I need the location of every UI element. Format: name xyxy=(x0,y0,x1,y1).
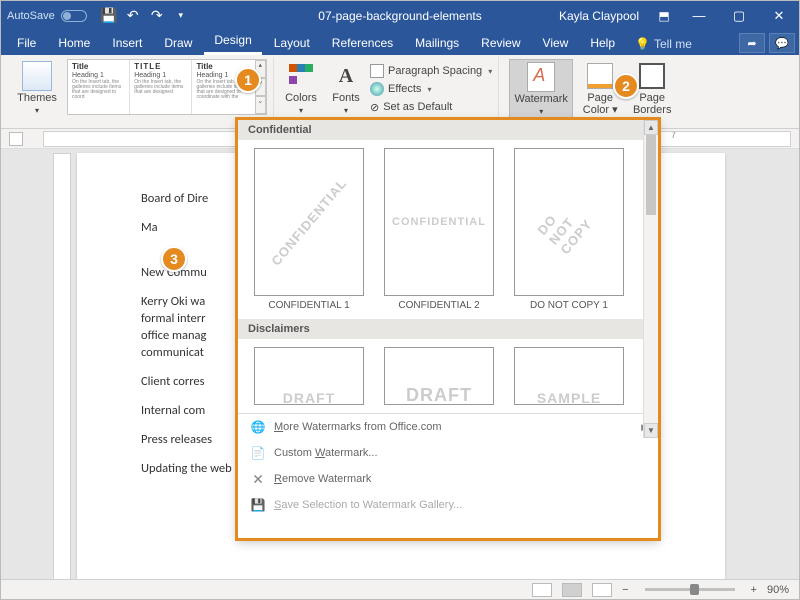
callout-2: 2 xyxy=(613,73,639,99)
check-icon: ⊘ xyxy=(370,101,379,114)
themes-label: Themes xyxy=(17,92,57,104)
tab-layout[interactable]: Layout xyxy=(264,32,320,55)
themes-button[interactable]: Themes▾ xyxy=(11,59,63,116)
web-layout-view[interactable] xyxy=(592,583,612,597)
globe-icon: 🌐 xyxy=(250,419,266,435)
tab-file[interactable]: File xyxy=(7,32,46,55)
ribbon-tabs: File Home Insert Draw Design Layout Refe… xyxy=(1,30,799,55)
redo-icon[interactable]: ↷ xyxy=(147,6,167,26)
watermark-option-draft[interactable]: DRAFT xyxy=(250,347,368,405)
watermark-option-draft2[interactable]: DRAFT xyxy=(380,347,498,405)
autosave-switch-icon[interactable] xyxy=(61,10,87,22)
watermark-option-confidential-2[interactable]: CONFIDENTIAL CONFIDENTIAL 2 xyxy=(380,148,498,311)
callout-1: 1 xyxy=(235,67,261,93)
qat-customize-icon[interactable]: ▾ xyxy=(171,6,191,26)
effects-icon xyxy=(370,82,384,96)
style-tile[interactable]: Title Heading 1 On the Insert tab, the g… xyxy=(68,60,130,114)
zoom-in-icon[interactable]: + xyxy=(751,584,757,596)
title-bar: AutoSave 💾 ↶ ↷ ▾ 07-page-background-elem… xyxy=(1,1,799,30)
tab-mailings[interactable]: Mailings xyxy=(405,32,469,55)
close-button[interactable]: ✕ xyxy=(759,1,799,30)
tell-me[interactable]: 💡 Tell me xyxy=(627,33,700,55)
set-as-default-button[interactable]: ⊘ Set as Default xyxy=(370,99,492,115)
save-gallery-icon: 💾 xyxy=(250,497,266,513)
read-mode-view[interactable] xyxy=(532,583,552,597)
fonts-label: Fonts xyxy=(332,92,360,104)
page-icon: 📄 xyxy=(250,445,266,461)
status-bar: − + 90% xyxy=(1,579,799,599)
watermark-icon xyxy=(527,62,555,92)
ruler-number: 7 xyxy=(671,131,676,140)
watermark-option-donotcopy-1[interactable]: DO NOT COPY DO NOT COPY 1 xyxy=(510,148,628,311)
zoom-slider[interactable] xyxy=(645,588,735,591)
scroll-up-icon[interactable]: ▲ xyxy=(644,120,658,135)
share-button[interactable]: ➦ xyxy=(739,33,765,53)
watermark-label: Watermark xyxy=(515,93,568,105)
page-color-label: PageColor ▾ xyxy=(583,92,618,116)
page-borders-label: PageBorders xyxy=(633,92,672,116)
autosave-label: AutoSave xyxy=(7,10,55,22)
tab-draw[interactable]: Draw xyxy=(154,32,202,55)
watermark-category: Confidential xyxy=(238,120,658,140)
dropdown-scrollbar[interactable]: ▲ ▼ xyxy=(643,120,658,438)
watermark-option-sample[interactable]: SAMPLE xyxy=(510,347,628,405)
watermark-category: Disclaimers xyxy=(238,319,658,339)
themes-icon xyxy=(22,61,52,91)
fonts-icon: A xyxy=(339,65,353,88)
tell-me-label: Tell me xyxy=(654,37,692,51)
colors-button[interactable]: Colors▾ xyxy=(280,59,322,116)
set-default-label: Set as Default xyxy=(383,101,452,113)
tab-selector[interactable] xyxy=(9,132,23,146)
tab-review[interactable]: Review xyxy=(471,32,530,55)
effects-label: Effects xyxy=(388,83,421,95)
colors-label: Colors xyxy=(285,92,317,104)
zoom-value[interactable]: 90% xyxy=(767,584,789,596)
scroll-down-icon[interactable]: ▼ xyxy=(644,423,658,438)
autosave-toggle[interactable]: AutoSave xyxy=(1,10,93,22)
more-watermarks-item[interactable]: 🌐 More Watermarks from Office.com ▶ xyxy=(238,414,658,440)
save-icon[interactable]: 💾 xyxy=(99,6,119,26)
ribbon: Themes▾ Title Heading 1 On the Insert ta… xyxy=(1,55,799,129)
undo-icon[interactable]: ↶ xyxy=(123,6,143,26)
colors-icon xyxy=(289,64,313,88)
vertical-ruler[interactable] xyxy=(53,153,71,579)
page-borders-icon xyxy=(639,63,665,89)
print-layout-view[interactable] xyxy=(562,583,582,597)
minimize-button[interactable]: — xyxy=(679,1,719,30)
tab-references[interactable]: References xyxy=(322,32,403,55)
ribbon-options-icon[interactable]: ⬒ xyxy=(649,1,679,30)
watermark-option-confidential-1[interactable]: CONFIDENTIAL CONFIDENTIAL 1 xyxy=(250,148,368,311)
save-selection-item: 💾 Save Selection to Watermark Gallery... xyxy=(238,492,658,518)
document-title: 07-page-background-elements xyxy=(318,9,481,23)
remove-icon: 🗙 xyxy=(250,471,266,487)
paragraph-spacing-icon xyxy=(370,64,384,78)
style-tile[interactable]: TITLE Heading 1 On the Insert tab, the g… xyxy=(130,60,192,114)
lightbulb-icon: 💡 xyxy=(635,37,650,51)
tab-insert[interactable]: Insert xyxy=(102,32,152,55)
effects-button[interactable]: Effects▾ xyxy=(370,81,492,97)
page-color-icon xyxy=(587,63,613,89)
paragraph-spacing-label: Paragraph Spacing xyxy=(388,65,482,77)
callout-3: 3 xyxy=(161,246,187,272)
watermark-button[interactable]: Watermark▾ xyxy=(509,59,573,118)
maximize-button[interactable]: ▢ xyxy=(719,1,759,30)
watermark-dropdown: Confidential CONFIDENTIAL CONFIDENTIAL 1… xyxy=(237,119,659,539)
comments-button[interactable]: 💬 xyxy=(769,33,795,53)
tab-help[interactable]: Help xyxy=(580,32,625,55)
tab-view[interactable]: View xyxy=(533,32,579,55)
paragraph-spacing-button[interactable]: Paragraph Spacing▾ xyxy=(370,63,492,79)
zoom-out-icon[interactable]: − xyxy=(622,584,628,596)
scroll-thumb[interactable] xyxy=(646,135,656,215)
remove-watermark-item[interactable]: 🗙 Remove Watermark xyxy=(238,466,658,492)
tab-home[interactable]: Home xyxy=(48,32,100,55)
fonts-button[interactable]: A Fonts▾ xyxy=(326,59,366,116)
user-name[interactable]: Kayla Claypool xyxy=(559,9,639,23)
custom-watermark-item[interactable]: 📄 Custom Watermark... xyxy=(238,440,658,466)
tab-design[interactable]: Design xyxy=(204,29,261,55)
